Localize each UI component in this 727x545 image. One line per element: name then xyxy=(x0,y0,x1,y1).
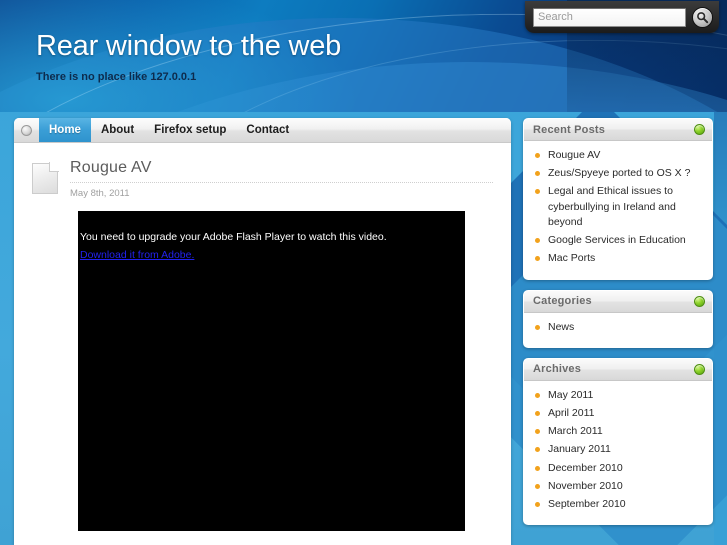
list-item[interactable]: May 2011 xyxy=(532,388,704,403)
site-tagline: There is no place like 127.0.0.1 xyxy=(36,71,197,83)
list-item[interactable]: Legal and Ethical issues to cyberbullyin… xyxy=(532,184,704,230)
list-item[interactable]: January 2011 xyxy=(532,442,704,457)
post-body-text xyxy=(78,540,478,545)
nav-item-home[interactable]: Home xyxy=(39,118,91,142)
list-item[interactable]: Google Services in Education xyxy=(532,233,704,248)
widget-archives: Archives May 2011 April 2011 March 2011 … xyxy=(523,357,713,526)
green-dot-icon[interactable] xyxy=(694,363,705,375)
list-item[interactable]: September 2010 xyxy=(532,497,704,512)
recent-posts-list: Rougue AV Zeus/Spyeye ported to OS X ? L… xyxy=(532,148,704,267)
archives-list: May 2011 April 2011 March 2011 January 2… xyxy=(532,388,704,513)
search-input[interactable] xyxy=(533,7,686,27)
nav-item-about[interactable]: About xyxy=(91,118,144,142)
widget-recent-posts-body: Rougue AV Zeus/Spyeye ported to OS X ? L… xyxy=(524,141,712,279)
nav-item-firefox-setup[interactable]: Firefox setup xyxy=(144,118,236,142)
list-item[interactable]: Mac Ports xyxy=(532,251,704,266)
post-date: May 8th, 2011 xyxy=(70,188,130,199)
widget-recent-posts: Recent Posts Rougue AV Zeus/Spyeye porte… xyxy=(523,118,713,280)
widget-recent-posts-header: Recent Posts xyxy=(524,119,712,141)
post-heading-group: Rougue AV May 8th, 2011 xyxy=(70,159,493,199)
sidebar: Recent Posts Rougue AV Zeus/Spyeye porte… xyxy=(523,118,713,535)
blog-post: Rougue AV May 8th, 2011 You need to upgr… xyxy=(14,143,511,545)
list-item[interactable]: Rougue AV xyxy=(532,148,704,163)
search-button[interactable] xyxy=(692,6,713,28)
categories-list: News xyxy=(532,320,704,335)
list-item[interactable]: November 2010 xyxy=(532,479,704,494)
nav-item-contact[interactable]: Contact xyxy=(236,118,299,142)
circle-icon xyxy=(21,124,32,136)
widget-archives-header: Archives xyxy=(524,358,712,381)
list-item[interactable]: Zeus/Spyeye ported to OS X ? xyxy=(532,166,704,181)
post-header: Rougue AV May 8th, 2011 xyxy=(32,159,493,199)
search-icon xyxy=(696,11,709,24)
list-item[interactable]: December 2010 xyxy=(532,461,704,476)
list-item[interactable]: March 2011 xyxy=(532,424,704,439)
download-flash-link[interactable]: Download it from Adobe. xyxy=(80,249,194,261)
widget-title: Categories xyxy=(533,295,592,308)
main-content-panel: Home About Firefox setup Contact Rougue … xyxy=(14,118,511,545)
list-item[interactable]: News xyxy=(532,320,704,335)
site-title: Rear window to the web xyxy=(36,30,342,62)
widget-categories: Categories News xyxy=(523,289,713,348)
widget-categories-header: Categories xyxy=(524,290,712,313)
flash-upgrade-message: You need to upgrade your Adobe Flash Pla… xyxy=(80,231,387,243)
primary-navigation: Home About Firefox setup Contact xyxy=(14,118,511,143)
green-dot-icon[interactable] xyxy=(694,124,705,135)
site-header: Rear window to the web There is no place… xyxy=(0,0,727,112)
green-dot-icon[interactable] xyxy=(694,295,705,307)
widget-title: Archives xyxy=(533,363,582,376)
widget-categories-body: News xyxy=(524,313,712,347)
post-title[interactable]: Rougue AV xyxy=(70,159,493,183)
video-player-placeholder[interactable]: You need to upgrade your Adobe Flash Pla… xyxy=(78,211,465,531)
page-root: Rear window to the web There is no place… xyxy=(0,0,727,545)
search-bar xyxy=(525,1,719,33)
list-item[interactable]: April 2011 xyxy=(532,406,704,421)
document-icon xyxy=(32,162,59,194)
widget-title: Recent Posts xyxy=(533,123,606,136)
widget-archives-body: May 2011 April 2011 March 2011 January 2… xyxy=(524,381,712,525)
